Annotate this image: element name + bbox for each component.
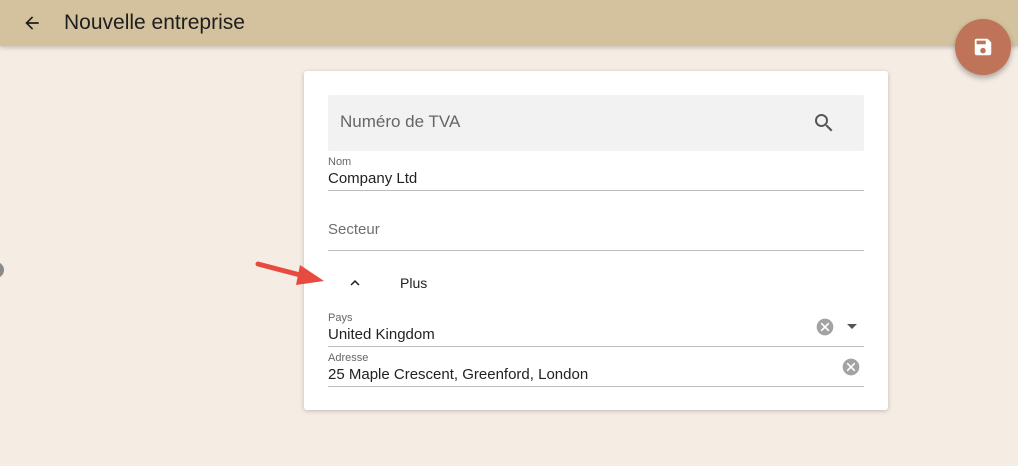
sector-field[interactable]: Secteur — [328, 211, 864, 251]
name-field[interactable]: Nom Company Ltd — [328, 155, 864, 191]
clear-icon[interactable] — [841, 357, 861, 377]
clear-icon[interactable] — [815, 317, 835, 337]
name-value[interactable]: Company Ltd — [328, 170, 417, 187]
app-bar: Nouvelle entreprise — [0, 0, 1018, 46]
country-label: Pays — [328, 312, 353, 324]
address-label: Adresse — [328, 352, 369, 364]
more-toggle[interactable]: Plus — [328, 267, 528, 297]
search-icon[interactable] — [812, 111, 836, 135]
red-arrow-annotation — [255, 261, 324, 285]
back-button[interactable] — [18, 9, 46, 37]
chevron-up-icon — [350, 280, 360, 286]
arrow-left-icon — [25, 16, 39, 30]
save-icon — [974, 38, 992, 56]
company-form-card: Nom Company Ltd Secteur Plus Pays United… — [304, 71, 888, 410]
country-field[interactable]: Pays United Kingdom — [328, 311, 864, 347]
save-button[interactable] — [955, 19, 1011, 75]
address-field[interactable]: Adresse 25 Maple Crescent, Greenford, Lo… — [328, 351, 864, 387]
address-value[interactable]: 25 Maple Crescent, Greenford, London — [328, 366, 588, 383]
dropdown-arrow-icon[interactable] — [845, 322, 859, 332]
sector-placeholder: Secteur — [328, 221, 380, 238]
side-drawer-handle[interactable] — [0, 262, 4, 278]
more-toggle-label: Plus — [400, 275, 428, 291]
country-value[interactable]: United Kingdom — [328, 326, 435, 343]
page-title: Nouvelle entreprise — [64, 11, 245, 34]
vat-search-field — [328, 95, 864, 151]
name-label: Nom — [328, 156, 352, 168]
vat-number-input[interactable] — [340, 112, 800, 132]
